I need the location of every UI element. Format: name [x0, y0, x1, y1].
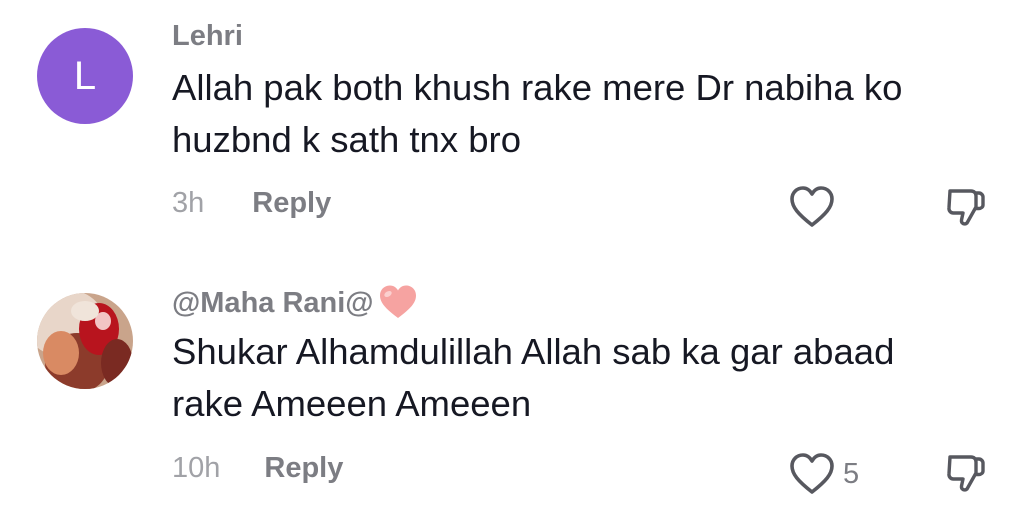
- heart-outline-icon: [790, 453, 834, 494]
- comment-item: L Lehri Allah pak both khush rake mere D…: [0, 0, 1024, 260]
- comment-text: Allah pak both khush rake mere Dr nabiha…: [172, 67, 903, 160]
- like-button[interactable]: 5: [789, 452, 859, 496]
- avatar[interactable]: [37, 293, 133, 389]
- comment-timestamp: 10h: [172, 452, 221, 484]
- comment-meta: 3h Reply: [172, 187, 331, 220]
- dislike-button[interactable]: [945, 186, 987, 233]
- username-text: @Maha Rani@: [172, 287, 374, 319]
- comment-item: @Maha Rani@ Shukar Alhamdulillah Allah s…: [0, 262, 1024, 519]
- reply-button[interactable]: Reply: [252, 187, 331, 219]
- pink-heart-emoji: [379, 285, 416, 318]
- comment-timestamp: 3h: [172, 187, 205, 219]
- avatar[interactable]: L: [37, 28, 133, 124]
- comment-meta: 10h Reply: [172, 452, 343, 485]
- dislike-button[interactable]: [945, 452, 987, 499]
- thumbs-down-icon: [947, 189, 985, 226]
- profile-photo: [37, 293, 133, 389]
- like-count: 5: [843, 457, 860, 490]
- avatar-letter: L: [73, 54, 97, 98]
- like-button[interactable]: [789, 185, 835, 229]
- reply-button[interactable]: Reply: [264, 452, 343, 484]
- comment-username[interactable]: Lehri: [172, 20, 243, 53]
- heart-outline-icon: [790, 186, 834, 227]
- thumbs-down-icon: [947, 455, 985, 492]
- comment-username[interactable]: @Maha Rani@: [172, 284, 418, 320]
- comment-text: Shukar Alhamdulillah Allah sab ka gar ab…: [172, 331, 895, 424]
